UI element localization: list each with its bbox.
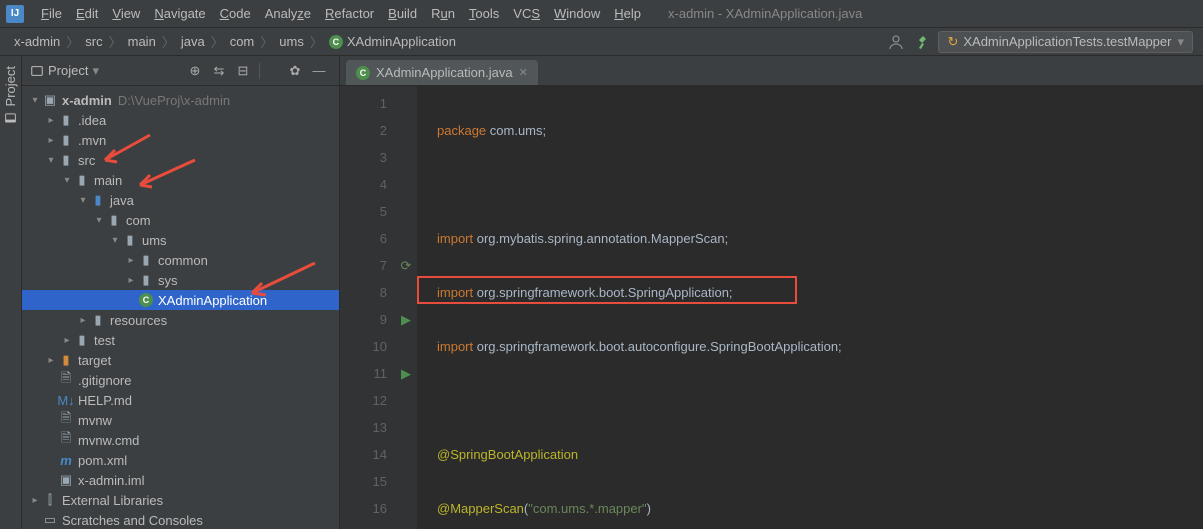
menu-bar: IJ File Edit View Navigate Code Analyze … <box>0 0 1203 28</box>
sidebar-header: Project ▾ ⊕ ⇆ ⊟ ✿ — <box>22 56 339 86</box>
project-tool-tab[interactable]: Project <box>0 56 21 134</box>
main-area: Project Project ▾ ⊕ ⇆ ⊟ ✿ — ▾▣x-adminD:\… <box>0 56 1203 529</box>
editor-area: C XAdminApplication.java ✕ 1234567891011… <box>340 56 1203 529</box>
tree-pom[interactable]: mpom.xml <box>22 450 339 470</box>
crumb-class[interactable]: CXAdminApplication <box>325 34 460 50</box>
tree-iml[interactable]: ▣x-admin.iml <box>22 470 339 490</box>
project-tree[interactable]: ▾▣x-adminD:\VueProj\x-admin ▸▮.idea ▸▮.m… <box>22 86 339 529</box>
crumb-sep: 〉 <box>64 32 81 51</box>
select-opened-file-icon[interactable]: ⊕ <box>185 61 205 81</box>
tree-ums[interactable]: ▾▮ums <box>22 230 339 250</box>
close-icon[interactable]: ✕ <box>519 66 528 79</box>
tree-resources[interactable]: ▸▮resources <box>22 310 339 330</box>
run-gutter-icon[interactable]: ▶ <box>395 360 417 387</box>
crumb-com[interactable]: com <box>226 34 259 49</box>
tree-sys[interactable]: ▸▮sys <box>22 270 339 290</box>
class-icon: C <box>356 66 370 80</box>
run-config-label: XAdminApplicationTests.testMapper <box>963 34 1171 49</box>
hide-icon[interactable]: — <box>309 61 329 81</box>
tree-main[interactable]: ▾▮main <box>22 170 339 190</box>
chevron-down-icon: ▾ <box>92 63 99 79</box>
build-icon[interactable] <box>913 31 935 53</box>
collapse-all-icon[interactable]: ⊟ <box>233 61 253 81</box>
project-icon <box>30 64 44 78</box>
run-config-select[interactable]: ↻ XAdminApplicationTests.testMapper ▾ <box>938 31 1193 53</box>
menu-help[interactable]: Help <box>607 6 648 21</box>
crumb-root[interactable]: x-admin <box>10 34 64 49</box>
menu-edit[interactable]: Edit <box>69 6 105 21</box>
crumb-main[interactable]: main <box>124 34 160 49</box>
project-sidebar: Project ▾ ⊕ ⇆ ⊟ ✿ — ▾▣x-adminD:\VueProj\… <box>22 56 340 529</box>
tree-idea[interactable]: ▸▮.idea <box>22 110 339 130</box>
editor-tabs: C XAdminApplication.java ✕ <box>340 56 1203 86</box>
tree-mvnwcmd[interactable]: 🗎mvnw.cmd <box>22 430 339 450</box>
tree-appclass[interactable]: CXAdminApplication <box>22 290 339 310</box>
tree-java[interactable]: ▾▮java <box>22 190 339 210</box>
menu-code[interactable]: Code <box>213 6 258 21</box>
run-config-icon: ↻ <box>947 34 958 50</box>
menu-window[interactable]: Window <box>547 6 607 21</box>
crumb-ums[interactable]: ums <box>275 34 308 49</box>
tree-mvn[interactable]: ▸▮.mvn <box>22 130 339 150</box>
expand-all-icon[interactable]: ⇆ <box>209 61 229 81</box>
menu-view[interactable]: View <box>105 6 147 21</box>
tree-gitignore[interactable]: 🗎.gitignore <box>22 370 339 390</box>
window-title: x-admin - XAdminApplication.java <box>668 6 862 21</box>
chevron-down-icon: ▾ <box>1177 34 1184 50</box>
run-gutter-icon[interactable]: ▶ <box>395 306 417 333</box>
menu-analyze[interactable]: Analyze <box>258 6 318 21</box>
tree-src[interactable]: ▾▮src <box>22 150 339 170</box>
tree-mvnw[interactable]: 🗎mvnw <box>22 410 339 430</box>
gutter-icon[interactable]: ⟳ <box>395 252 417 279</box>
tree-target[interactable]: ▸▮target <box>22 350 339 370</box>
project-view-select[interactable]: Project ▾ <box>30 63 99 79</box>
menu-run[interactable]: Run <box>424 6 462 21</box>
tab-label: XAdminApplication.java <box>376 65 513 80</box>
gutter-marks: ⟳ ▶ ▶ <box>395 86 417 529</box>
crumb-src[interactable]: src <box>81 34 106 49</box>
menu-navigate[interactable]: Navigate <box>147 6 212 21</box>
tree-test[interactable]: ▸▮test <box>22 330 339 350</box>
tree-common[interactable]: ▸▮common <box>22 250 339 270</box>
tree-extlib[interactable]: ▸⫿External Libraries <box>22 490 339 510</box>
tree-scratches[interactable]: ▭Scratches and Consoles <box>22 510 339 529</box>
tree-com[interactable]: ▾▮com <box>22 210 339 230</box>
settings-icon[interactable]: ✿ <box>285 61 305 81</box>
crumb-java[interactable]: java <box>177 34 209 49</box>
nav-bar: x-admin〉 src〉 main〉 java〉 com〉 ums〉 CXAd… <box>0 28 1203 56</box>
menu-build[interactable]: Build <box>381 6 424 21</box>
code-content[interactable]: package com.ums; import org.mybatis.spri… <box>417 86 1203 529</box>
menu-tools[interactable]: Tools <box>462 6 506 21</box>
menu-vcs[interactable]: VCS <box>506 6 547 21</box>
code-editor[interactable]: 12345678910111213141516 ⟳ ▶ ▶ package co… <box>340 86 1203 529</box>
editor-tab[interactable]: C XAdminApplication.java ✕ <box>346 60 538 85</box>
tree-root[interactable]: ▾▣x-adminD:\VueProj\x-admin <box>22 90 339 110</box>
tool-window-bar: Project <box>0 56 22 529</box>
tree-helpmd[interactable]: M↓HELP.md <box>22 390 339 410</box>
menu-file[interactable]: File <box>34 6 69 21</box>
line-gutter: 12345678910111213141516 <box>340 86 395 529</box>
menu-refactor[interactable]: Refactor <box>318 6 381 21</box>
ide-logo: IJ <box>6 5 24 23</box>
user-icon[interactable] <box>885 31 907 53</box>
